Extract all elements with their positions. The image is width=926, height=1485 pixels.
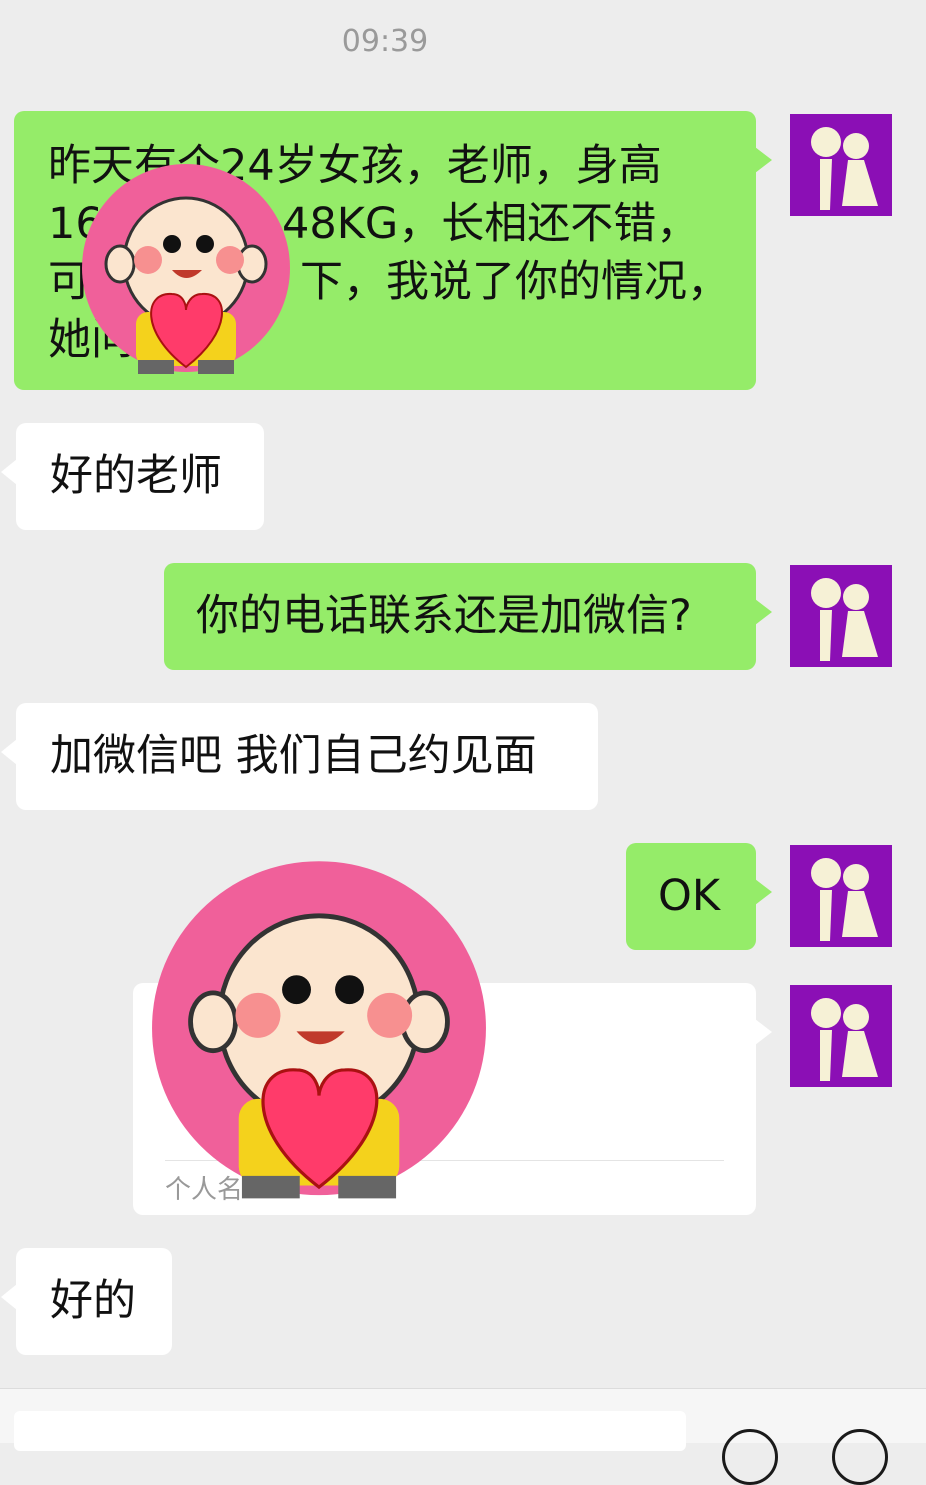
plus-icon[interactable] [832, 1429, 888, 1485]
cartoon-boy-heart-sticker [80, 162, 292, 380]
cartoon-boy-heart-sticker [148, 858, 490, 1208]
message-text: 好的 [50, 1276, 136, 1326]
message-text: 你的电话联系还是加微信? [196, 591, 692, 641]
couple-avatar-icon[interactable] [790, 985, 892, 1087]
message-bubble-incoming[interactable]: 好的 [1, 1248, 172, 1355]
message-text: 加微信吧 我们自己约见面 [50, 731, 537, 781]
emoji-icon[interactable] [722, 1429, 778, 1485]
message-bubble-incoming[interactable]: 加微信吧 我们自己约见面 [1, 703, 598, 810]
couple-avatar-icon[interactable] [790, 845, 892, 947]
message-text: OK [658, 871, 721, 921]
message-bubble-outgoing[interactable]: 你的电话联系还是加微信? [164, 563, 772, 670]
chat-input-bar [0, 1388, 926, 1485]
message-line: 48KG，长相还不错， [282, 199, 700, 249]
message-line: 下，我说了你的情况， [300, 257, 730, 307]
couple-avatar-icon[interactable] [790, 565, 892, 667]
timestamp: 09:39 [341, 24, 429, 59]
couple-avatar-icon[interactable] [790, 114, 892, 216]
message-bubble-outgoing[interactable]: OK [626, 843, 772, 950]
message-text: 好的老师 [50, 451, 222, 501]
message-bubble-incoming[interactable]: 好的老师 [1, 423, 264, 530]
message-input[interactable] [14, 1411, 686, 1451]
